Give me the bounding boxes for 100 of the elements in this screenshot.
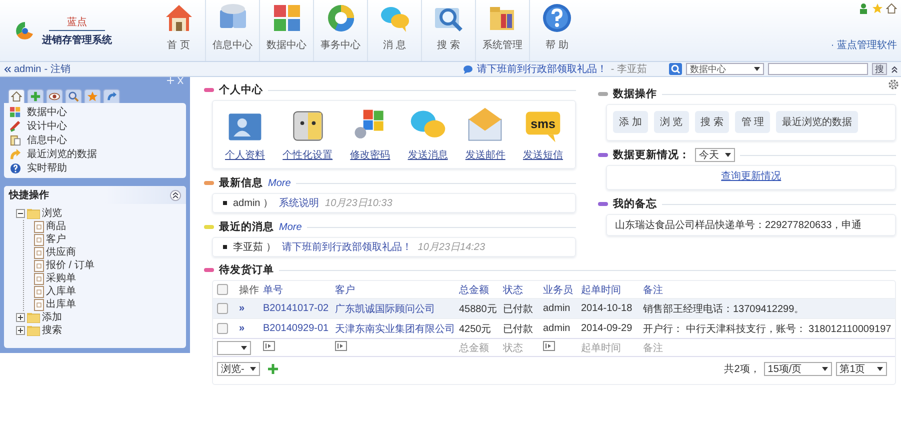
plus-icon[interactable]	[268, 364, 278, 374]
action-button[interactable]: 管 理	[735, 111, 770, 133]
period-select[interactable]: 今天	[695, 148, 735, 162]
tree-item[interactable]: 入库单	[46, 285, 76, 298]
tree-item[interactable]: 浏览	[42, 207, 62, 220]
star-icon[interactable]	[872, 3, 883, 14]
nav-item[interactable]: 首 页	[152, 0, 206, 61]
table-row[interactable]: » B20140929-01 天津东南实业集团有限公司 4250元 已付款 admin 2014-09-29 开户行： 中行天津科技支行，账号： 318012110009197	[213, 318, 896, 338]
column-header[interactable]: 总金额	[459, 282, 503, 296]
search-field[interactable]	[768, 63, 868, 75]
close-icon[interactable]	[177, 77, 184, 84]
document-icon	[34, 246, 44, 258]
nav-item[interactable]: 系统管理	[476, 0, 530, 61]
column-header[interactable]: 业务员	[543, 282, 581, 296]
filter-select[interactable]	[217, 340, 251, 354]
document-icon	[34, 234, 44, 246]
speech-bubble-icon	[462, 64, 473, 74]
column-header[interactable]: 操作	[239, 282, 263, 296]
filter-label: 起单时间	[581, 342, 622, 354]
collapse-icon[interactable]	[891, 66, 898, 72]
logout-link[interactable]: 注销	[50, 62, 71, 76]
tree-item[interactable]: 采购单	[46, 272, 76, 285]
action-button[interactable]: 浏 览	[654, 111, 689, 133]
menu-item[interactable]: 最近浏览的数据	[27, 148, 97, 161]
search-button[interactable]: 搜	[872, 63, 887, 75]
tree-item[interactable]: 添加	[42, 311, 62, 324]
column-filter-icon[interactable]	[543, 341, 555, 351]
shortcut-link[interactable]: 个人资料	[225, 148, 265, 162]
page-size-select[interactable]: 15项/页	[764, 362, 832, 376]
row-checkbox[interactable]	[217, 303, 228, 314]
menu-item[interactable]: 实时帮助	[27, 162, 67, 175]
nav-item[interactable]: 数据中心	[260, 0, 314, 61]
shortcut-link[interactable]: 个性化设置	[282, 148, 333, 162]
notice-link[interactable]: 请下班前到行政部领取礼品！	[476, 62, 607, 76]
shortcut-link[interactable]: 发送邮件	[465, 148, 506, 162]
collapse-icon[interactable]	[170, 190, 181, 200]
sidebar-tab[interactable]	[46, 89, 63, 103]
expand-icon[interactable]	[16, 313, 25, 322]
table-cell-text: B20141017-02	[263, 303, 330, 314]
select-all-checkbox[interactable]	[217, 284, 228, 295]
expand-action[interactable]: »	[239, 323, 263, 334]
column-filter-icon[interactable]	[263, 341, 275, 351]
collapse-icon[interactable]	[16, 209, 25, 218]
sidebar-tab[interactable]	[65, 89, 82, 103]
nav-item[interactable]: 事务中心	[314, 0, 368, 61]
caret-icon	[725, 153, 731, 157]
tree-item[interactable]: 客户	[46, 233, 66, 246]
table-cell-text: 2014-09-29	[581, 323, 634, 334]
section-title: 我的备忘	[613, 197, 657, 211]
author-name: admin ）	[233, 197, 274, 210]
bulk-select[interactable]: 浏览-	[217, 362, 260, 376]
shortcut-link[interactable]: 发送消息	[408, 148, 448, 162]
action-button[interactable]: 最近浏览的数据	[776, 111, 858, 133]
double-chevron-icon[interactable]	[4, 66, 11, 72]
action-button[interactable]: 搜 索	[694, 111, 730, 133]
table-cell-text: 销售部王经理电话：13709412299。	[643, 302, 806, 316]
sidebar-tab[interactable]	[103, 89, 120, 103]
nav-item[interactable]: 信息中心	[206, 0, 260, 61]
tree-item[interactable]: 报价 / 订单	[46, 259, 94, 272]
nav-item[interactable]: 搜 索	[422, 0, 476, 61]
separator-text: -	[44, 64, 48, 74]
tree-item[interactable]: 商品	[46, 220, 66, 233]
column-header[interactable]: 客户	[335, 282, 459, 296]
expand-action[interactable]: »	[239, 303, 263, 314]
section-title: 数据更新情况：	[613, 148, 690, 162]
expand-icon[interactable]	[16, 326, 25, 335]
more-link[interactable]: More	[279, 222, 302, 232]
folder-icon	[27, 312, 40, 322]
shortcut-link[interactable]: 发送短信	[522, 148, 563, 162]
home-icon[interactable]	[886, 3, 897, 14]
column-header[interactable]: 起单时间	[581, 282, 643, 296]
menu-item[interactable]: 信息中心	[27, 134, 67, 147]
column-filter-icon[interactable]	[335, 341, 347, 351]
table-row[interactable]: » B20141017-02 广东凯诚国际顾问公司 45880元 已付款 admin 2014-10-18 销售部王经理电话：13709412299。	[213, 298, 896, 318]
nav-item[interactable]: 帮 助	[530, 0, 584, 61]
menu-item[interactable]: 设计中心	[27, 120, 67, 133]
shortcut-link[interactable]: 修改密码	[350, 148, 390, 162]
filter-label: 状态	[503, 342, 524, 354]
column-header[interactable]: 状态	[503, 282, 543, 296]
page-select[interactable]: 第1页	[836, 362, 888, 376]
message-link[interactable]: 系统说明	[279, 196, 320, 210]
nav-item[interactable]: 消 息	[368, 0, 422, 61]
vendor-link[interactable]: · 蓝点管理软件	[830, 38, 897, 52]
row-checkbox[interactable]	[217, 323, 228, 334]
menu-item[interactable]: 数据中心	[27, 106, 67, 119]
tree-item[interactable]: 出库单	[46, 298, 76, 311]
tree-item[interactable]: 供应商	[46, 246, 76, 259]
action-button[interactable]: 添 加	[613, 111, 648, 133]
query-link[interactable]: 查询更新情况	[721, 171, 782, 182]
sidebar-tab[interactable]	[8, 89, 25, 103]
search-icon[interactable]	[669, 63, 682, 75]
settings-icon[interactable]	[888, 79, 900, 90]
message-link[interactable]: 请下班前到行政部领取礼品！	[282, 240, 412, 254]
more-link[interactable]: More	[268, 178, 291, 188]
column-header[interactable]: 单号	[263, 282, 335, 296]
table-cell-text: 已付款	[503, 322, 534, 336]
person-icon[interactable]	[858, 3, 869, 14]
column-header[interactable]: 备注	[643, 282, 892, 296]
scope-select[interactable]: 数据中心	[686, 63, 764, 75]
tree-item[interactable]: 搜索	[42, 324, 62, 337]
